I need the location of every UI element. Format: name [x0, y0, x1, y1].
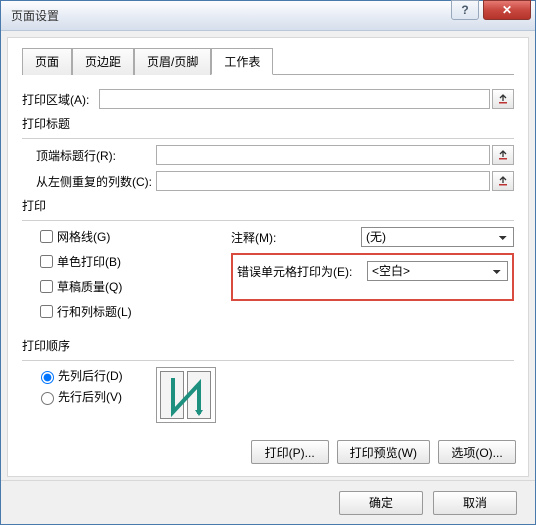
comments-label: 注释(M):	[231, 229, 361, 246]
errors-as-select[interactable]: <空白>	[367, 261, 508, 281]
ok-button[interactable]: 确定	[339, 491, 423, 515]
print-checkboxes: 网格线(G) 单色打印(B) 草稿质量(Q) 行和列标题(L)	[36, 227, 231, 327]
gridlines-label: 网格线(G)	[57, 228, 110, 245]
left-cols-input[interactable]	[156, 171, 490, 191]
print-preview-button[interactable]: 打印预览(W)	[337, 440, 430, 464]
print-titles-label: 打印标题	[22, 115, 514, 132]
top-rows-input[interactable]	[156, 145, 490, 165]
comments-select[interactable]: (无)	[361, 227, 514, 247]
collapse-icon[interactable]	[492, 145, 514, 165]
errors-as-label: 错误单元格打印为(E):	[237, 263, 367, 280]
collapse-icon[interactable]	[492, 89, 514, 109]
over-down-label: 先行后列(V)	[58, 388, 122, 405]
cancel-button[interactable]: 取消	[433, 491, 517, 515]
rowcol-headers-label: 行和列标题(L)	[57, 303, 132, 320]
draft-checkbox[interactable]	[40, 280, 53, 293]
divider	[22, 138, 514, 139]
gridlines-checkbox[interactable]	[40, 230, 53, 243]
print-dropdowns: 注释(M): (无) 错误单元格打印为(E): <空白>	[231, 227, 514, 327]
black-white-label: 单色打印(B)	[57, 253, 121, 270]
divider	[22, 220, 514, 221]
order-radios: 先列后行(D) 先行后列(V)	[36, 367, 156, 409]
titlebar-controls: ? ✕	[451, 1, 535, 23]
draft-label: 草稿质量(Q)	[57, 278, 122, 295]
left-cols-label: 从左侧重复的列数(C):	[36, 173, 156, 190]
errors-highlight: 错误单元格打印为(E): <空白>	[231, 253, 514, 301]
print-label: 打印	[22, 197, 514, 214]
tab-header-footer[interactable]: 页眉/页脚	[134, 48, 211, 75]
print-area-input[interactable]	[99, 89, 490, 109]
down-over-label: 先列后行(D)	[58, 367, 123, 384]
print-area-row: 打印区域(A):	[22, 89, 514, 109]
print-area-label: 打印区域(A):	[22, 91, 89, 108]
rowcol-headers-checkbox[interactable]	[40, 305, 53, 318]
window-title: 页面设置	[11, 7, 59, 24]
black-white-checkbox[interactable]	[40, 255, 53, 268]
divider	[22, 360, 514, 361]
top-rows-label: 顶端标题行(R):	[36, 147, 156, 164]
collapse-icon[interactable]	[492, 171, 514, 191]
close-button[interactable]: ✕	[483, 0, 531, 20]
over-down-radio[interactable]	[41, 392, 54, 405]
tab-strip: 页面 页边距 页眉/页脚 工作表	[22, 48, 514, 75]
help-button[interactable]: ?	[451, 0, 479, 20]
options-button[interactable]: 选项(O)...	[438, 440, 516, 464]
down-over-radio[interactable]	[41, 371, 54, 384]
titlebar[interactable]: 页面设置 ? ✕	[1, 1, 535, 31]
dialog-content: 页面 页边距 页眉/页脚 工作表 打印区域(A): 打印标题 顶端标题行(R):	[7, 37, 529, 477]
dialog-footer: 确定 取消	[1, 480, 535, 524]
page-setup-dialog: 页面设置 ? ✕ 页面 页边距 页眉/页脚 工作表 打印区域(A): 打印标题 …	[0, 0, 536, 525]
action-buttons: 打印(P)... 打印预览(W) 选项(O)...	[251, 440, 516, 464]
tab-margins[interactable]: 页边距	[72, 48, 134, 75]
print-button[interactable]: 打印(P)...	[251, 440, 329, 464]
order-preview-icon	[156, 367, 216, 423]
left-cols-row: 从左侧重复的列数(C):	[36, 171, 514, 191]
top-rows-row: 顶端标题行(R):	[36, 145, 514, 165]
tab-sheet[interactable]: 工作表	[211, 48, 273, 75]
order-label: 打印顺序	[22, 337, 514, 354]
tab-page[interactable]: 页面	[22, 48, 72, 75]
